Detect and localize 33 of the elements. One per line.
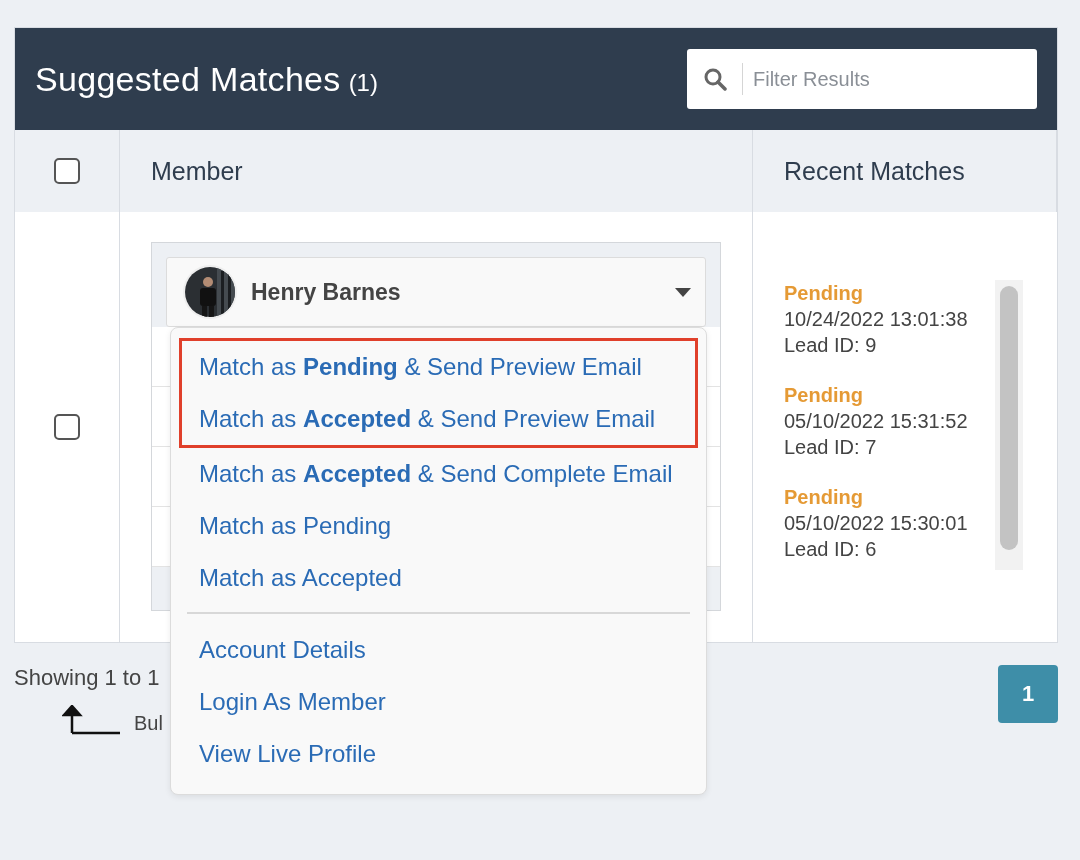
page-button[interactable]: 1 — [998, 665, 1058, 723]
caret-icon — [675, 287, 691, 297]
bulk-label: Bul — [134, 712, 163, 735]
match-count: (1) — [348, 68, 378, 97]
match-status: Pending — [784, 281, 864, 306]
menu-item[interactable]: Login As Member — [187, 676, 687, 728]
scrollbar[interactable] — [995, 280, 1023, 570]
lead-id: Lead ID: 7 — [784, 435, 878, 460]
menu-item[interactable]: Match as Pending & Send Preview Email — [187, 341, 687, 393]
lead-id: Lead ID: 9 — [784, 333, 878, 358]
showing-text: Showing 1 to 1 — [14, 665, 161, 691]
menu-item[interactable]: Match as Pending — [187, 500, 687, 552]
panel-title: Suggested Matches — [35, 59, 341, 99]
row-checkbox[interactable] — [54, 414, 80, 440]
menu-item[interactable]: Match as Accepted — [187, 552, 687, 604]
column-header: Member — [151, 156, 243, 186]
filter-field[interactable]: Filter Results — [687, 49, 1037, 109]
member-name: Henry Barnes — [251, 278, 402, 306]
match-date: 05/10/2022 15:30:01 — [784, 511, 969, 536]
menu-item[interactable]: Match as Accepted & Send Complete Email — [187, 448, 687, 500]
member-select[interactable]: Henry Barnes — [166, 257, 706, 327]
menu-item[interactable]: Account Details — [187, 624, 687, 676]
arrow-icon — [62, 705, 120, 735]
match-status: Pending — [784, 383, 864, 408]
match-date: 10/24/2022 13:01:38 — [784, 307, 969, 332]
search-icon — [702, 67, 727, 91]
menu-item[interactable]: Match as Accepted & Send Preview Email — [187, 393, 687, 445]
select-all-checkbox[interactable] — [54, 158, 80, 184]
menu-item[interactable]: View Live Profile — [187, 728, 687, 780]
match-status: Pending — [784, 485, 864, 510]
column-header: Recent Matches — [784, 156, 965, 186]
lead-id: Lead ID: 6 — [784, 537, 878, 562]
match-date: 05/10/2022 15:31:52 — [784, 409, 969, 434]
